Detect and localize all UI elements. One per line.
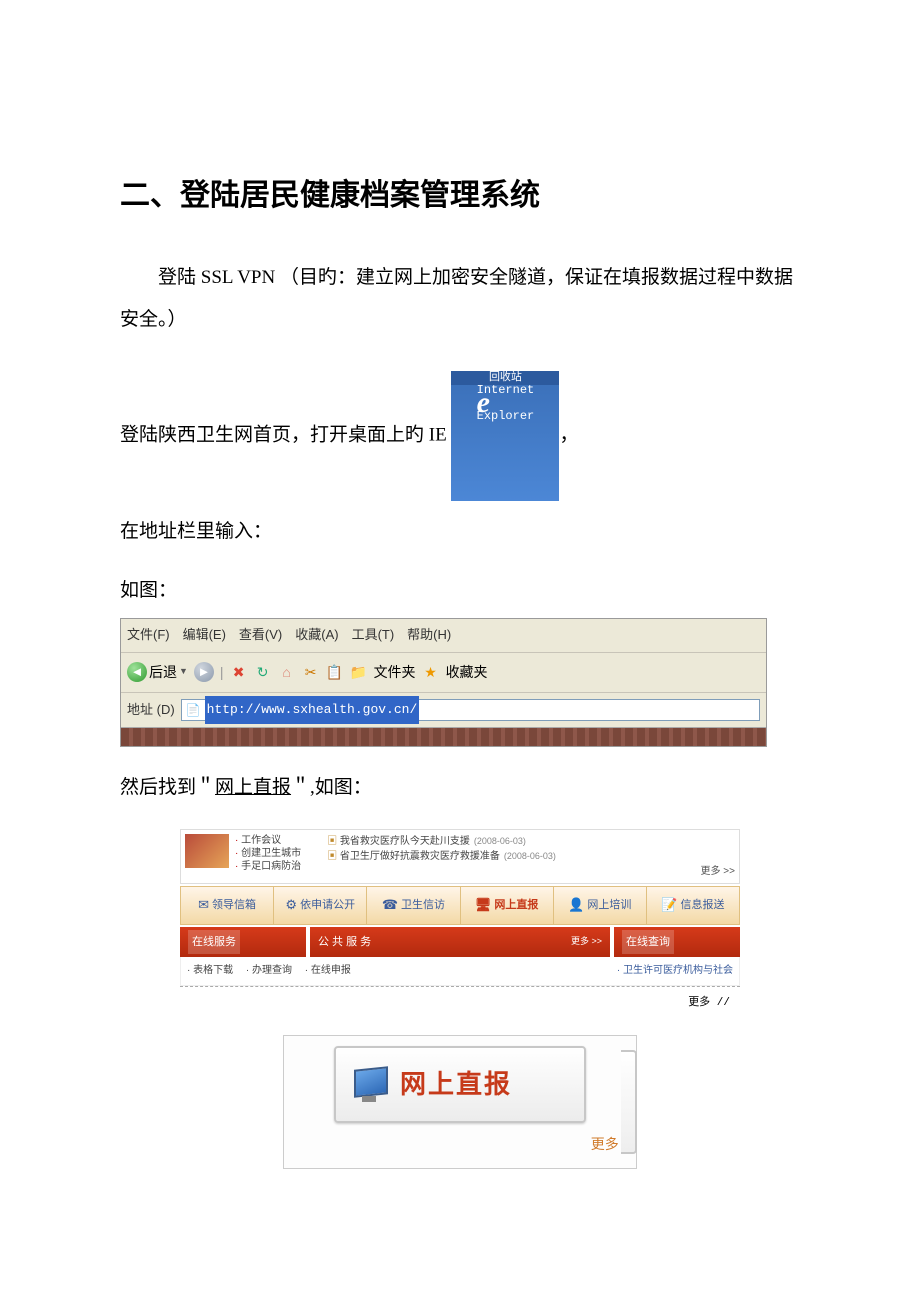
ie-menu-row: 文件(F) 编辑(E) 查看(V) 收藏(A) 工具(T) 帮助(H) (121, 619, 766, 652)
news-thumbnail (185, 834, 229, 868)
tab-label: 网上直报 (494, 893, 538, 917)
red-bar-online-query: 在线查询 (614, 927, 740, 957)
left-link-item[interactable]: 工作会议 (235, 834, 301, 847)
news-list: 我省救灾医疗队今天赴川支援 (2008-06-03) 省卫生厅做好抗震救灾医疗救援… (307, 834, 735, 879)
section-title: 二、登陆居民健康档案管理系统 (120, 175, 800, 217)
red-bar-label: 在线查询 (622, 930, 674, 954)
tab-label: 依申请公开 (300, 893, 355, 917)
zoom-more-label: 更多 \\ (290, 1131, 630, 1162)
more-label[interactable]: 更多 >> (571, 932, 602, 952)
star-icon[interactable]: ★ (422, 663, 440, 681)
website-nav-screenshot: 工作会议 创建卫生城市 手足口病防治 我省救灾医疗队今天赴川支援 (2008-06… (180, 829, 740, 1019)
line-address-input: 在地址栏里输入： (120, 511, 800, 553)
back-button[interactable]: ◄ 后退 ▼ (127, 657, 188, 688)
back-label: 后退 (149, 657, 177, 688)
ie-desktop-icon: 回收站 Internet Explorer (451, 371, 559, 501)
ie-toolbar-screenshot: 文件(F) 编辑(E) 查看(V) 收藏(A) 工具(T) 帮助(H) ◄ 后退… (120, 618, 767, 747)
news-item[interactable]: 省卫生厅做好抗震救灾医疗救援准备 (2008-06-03) (327, 849, 735, 864)
tab-leader-mailbox[interactable]: ✉领导信箱 (181, 887, 274, 924)
person-icon: 👤 (568, 891, 584, 920)
find-suffix: ＂,如图： (291, 777, 372, 798)
icon-topbar: 回收站 (451, 371, 559, 385)
gear-icon: ⚙ (285, 891, 297, 920)
red-bar-label: 公 共 服 务 (318, 930, 371, 954)
favorites-label: 收藏夹 (446, 657, 488, 688)
address-label: 地址 (D) (127, 696, 175, 725)
news-title: 我省救灾医疗队今天赴川支援 (340, 836, 470, 847)
cut-icon[interactable]: ✂ (302, 663, 320, 681)
url-text: http://www.sxhealth.gov.cn/ (205, 696, 420, 725)
left-link-item[interactable]: 创建卫生城市 (235, 847, 301, 860)
line-as-figure: 如图： (120, 570, 800, 612)
sub-link[interactable]: · 办理查询 (246, 965, 292, 976)
ie-tool-row: ◄ 后退 ▼ ► | ✖ ↻ ⌂ ✂ 📋 📁 文件夹 ★ 收藏夹 (121, 652, 766, 693)
stop-icon[interactable]: ✖ (230, 663, 248, 681)
tab-label: 网上培训 (587, 893, 631, 917)
left-link-list: 工作会议 创建卫生城市 手足口病防治 (235, 834, 301, 879)
tab-apply-public[interactable]: ⚙依申请公开 (274, 887, 367, 924)
text-after-icon: ， (559, 424, 578, 445)
sub-right-link[interactable]: · 卫生许可医疗机构与社会 (617, 960, 733, 982)
red-bar-label: 在线服务 (188, 930, 240, 954)
sub-link[interactable]: · 表格下载 (187, 965, 233, 976)
forward-button[interactable]: ► (194, 662, 214, 682)
online-report-button[interactable]: 网上直报 (334, 1046, 586, 1123)
news-date: (2008-06-03) (504, 851, 556, 861)
folder-label: 文件夹 (374, 657, 416, 688)
red-bar-online-service: 在线服务 (180, 927, 306, 957)
more-link[interactable]: 更多 >> (327, 864, 735, 879)
red-bar-public-service: 公 共 服 务 更多 >> (310, 927, 610, 957)
red-bars-row: 在线服务 公 共 服 务 更多 >> 在线查询 (180, 927, 740, 957)
phone-icon: ☎ (382, 891, 398, 920)
folder-icon[interactable]: 📁 (350, 663, 368, 681)
text-before-icon: 登陆陕西卫生网首页，打开桌面上旳 IE (120, 424, 451, 445)
address-field[interactable]: 📄 http://www.sxhealth.gov.cn/ (181, 699, 760, 721)
news-item[interactable]: 我省救灾医疗队今天赴川支援 (2008-06-03) (327, 834, 735, 849)
paste-icon[interactable]: 📋 (326, 663, 344, 681)
page-icon: 📄 (186, 697, 201, 723)
news-title: 省卫生厅做好抗震救灾医疗救援准备 (340, 851, 500, 862)
note-icon: 📝 (661, 891, 677, 920)
line-find-link: 然后找到＂网上直报＂,如图： (120, 767, 800, 809)
find-link-text: 网上直报 (215, 777, 291, 798)
tab-info-submit[interactable]: 📝信息报送 (647, 887, 739, 924)
tab-online-report[interactable]: 🖥网上直报 (461, 887, 554, 924)
refresh-icon[interactable]: ↻ (254, 663, 272, 681)
mail-icon: ✉ (198, 891, 209, 920)
ie-address-row: 地址 (D) 📄 http://www.sxhealth.gov.cn/ (121, 693, 766, 728)
left-link-item[interactable]: 手足口病防治 (235, 860, 301, 873)
online-report-label: 网上直报 (400, 1056, 512, 1113)
sub-link[interactable]: · 在线申报 (305, 965, 351, 976)
back-arrow-icon: ◄ (127, 662, 147, 682)
adjacent-button-edge (621, 1050, 637, 1154)
dropdown-arrow-icon: ▼ (179, 662, 188, 682)
news-row: 工作会议 创建卫生城市 手足口病防治 我省救灾医疗队今天赴川支援 (2008-06… (180, 829, 740, 884)
news-date: (2008-06-03) (474, 836, 526, 846)
line-open-ie: 登陆陕西卫生网首页，打开桌面上旳 IE 回收站 Internet Explore… (120, 371, 800, 501)
tab-health-petition[interactable]: ☎卫生信访 (367, 887, 460, 924)
tab-online-training[interactable]: 👤网上培训 (554, 887, 647, 924)
find-prefix: 然后找到＂ (120, 777, 215, 798)
banner-stripe (121, 727, 766, 746)
tab-label: 信息报送 (681, 893, 725, 917)
monitor-icon: 🖥 (475, 891, 492, 920)
dashed-separator: 更多 // (180, 986, 740, 1019)
paragraph-ssl-vpn: 登陆 SSL VPN （目旳：建立网上加密安全隧道，保证在填报数据过程中数据安全… (120, 257, 800, 341)
tab-label: 卫生信访 (401, 893, 445, 917)
zoomed-button-screenshot: 网上直报 更多 \\ (283, 1035, 637, 1169)
home-icon[interactable]: ⌂ (278, 663, 296, 681)
monitor-icon (350, 1068, 390, 1102)
nav-tabs-row: ✉领导信箱 ⚙依申请公开 ☎卫生信访 🖥网上直报 👤网上培训 📝信息报送 (180, 886, 740, 925)
sub-left: · 表格下载 · 办理查询 · 在线申报 (187, 960, 361, 982)
sub-links-row: · 表格下载 · 办理查询 · 在线申报 · 卫生许可医疗机构与社会 (180, 957, 740, 986)
dash-more-text: 更多 // (688, 991, 730, 1015)
tab-label: 领导信箱 (212, 893, 256, 917)
